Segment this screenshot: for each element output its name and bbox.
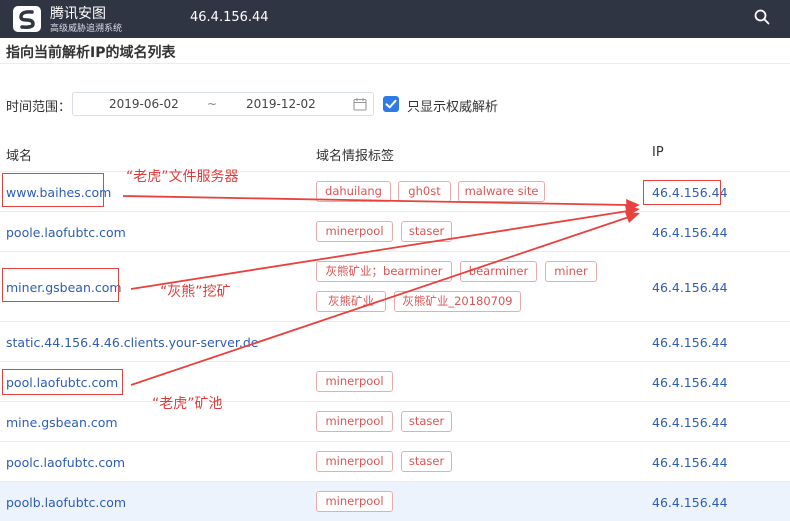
- domain-link[interactable]: poolc.laofubtc.com: [6, 455, 125, 470]
- tag[interactable]: 灰熊矿业: [316, 291, 386, 312]
- start-date[interactable]: 2019-06-02: [109, 97, 179, 111]
- tag[interactable]: staser: [401, 451, 452, 472]
- ip-link[interactable]: 46.4.156.44: [652, 225, 728, 240]
- table-row: mine.gsbean.com minerpool staser 46.4.15…: [0, 401, 790, 441]
- tag[interactable]: dahuilang: [316, 181, 391, 202]
- checkmark-icon: [385, 99, 397, 109]
- brand-title: 腾讯安图: [50, 6, 106, 22]
- domain-link[interactable]: poole.laofubtc.com: [6, 225, 126, 240]
- annotation-grizzly-mining: “灰熊”挖矿: [160, 284, 231, 300]
- ip-link[interactable]: 46.4.156.44: [652, 335, 728, 350]
- tag[interactable]: 灰熊矿业_20180709: [394, 291, 521, 312]
- section-title: 指向当前解析IP的域名列表: [6, 45, 176, 61]
- ip-link[interactable]: 46.4.156.44: [652, 455, 728, 470]
- column-header-ip: IP: [652, 145, 664, 160]
- tag[interactable]: staser: [401, 411, 452, 432]
- ip-link[interactable]: 46.4.156.44: [652, 375, 728, 390]
- tencent-antu-logo-icon[interactable]: [12, 5, 42, 33]
- tag[interactable]: minerpool: [316, 451, 393, 472]
- end-date[interactable]: 2019-12-02: [246, 97, 316, 111]
- table-row: static.44.156.4.46.clients.your-server.d…: [0, 321, 790, 361]
- tag[interactable]: minerpool: [316, 221, 393, 242]
- tag[interactable]: minerpool: [316, 491, 393, 512]
- ip-link[interactable]: 46.4.156.44: [652, 280, 728, 295]
- ip-link[interactable]: 46.4.156.44: [652, 495, 728, 510]
- ip-link[interactable]: 46.4.156.44: [652, 415, 728, 430]
- search-icon[interactable]: [753, 8, 771, 26]
- tag[interactable]: bearminer: [460, 261, 537, 282]
- time-range-label: 时间范围：: [6, 100, 72, 115]
- authoritative-only-checkbox[interactable]: [383, 96, 399, 112]
- table-row: poole.laofubtc.com minerpool staser 46.4…: [0, 211, 790, 251]
- column-header-tags: 域名情报标签: [316, 149, 395, 164]
- authoritative-only-label[interactable]: 只显示权威解析: [407, 96, 498, 115]
- brand-subtitle: 高级威胁追溯系统: [50, 24, 123, 34]
- table-row: poolc.laofubtc.com minerpool staser 46.4…: [0, 441, 790, 481]
- table-row: poolb.laofubtc.com minerpool 46.4.156.44: [0, 481, 790, 521]
- column-header-domain: 域名: [6, 149, 33, 164]
- tag[interactable]: minerpool: [316, 371, 393, 392]
- date-separator: ~: [207, 97, 218, 111]
- tag[interactable]: miner: [545, 261, 597, 282]
- date-range-picker[interactable]: 2019-06-02 ~ 2019-12-02: [72, 92, 374, 116]
- search-input[interactable]: 46.4.156.44: [190, 10, 269, 25]
- annotation-tiger-file-server: “老虎”文件服务器: [126, 169, 239, 185]
- annotation-box-baihes: [2, 173, 104, 207]
- tag[interactable]: staser: [401, 221, 452, 242]
- top-bar: 腾讯安图 高级威胁追溯系统 46.4.156.44: [0, 0, 790, 38]
- tag[interactable]: minerpool: [316, 411, 393, 432]
- annotation-tiger-pool: “老虎”矿池: [152, 396, 223, 412]
- domain-link[interactable]: poolb.laofubtc.com: [6, 495, 126, 510]
- annotation-box-ip: [643, 180, 721, 205]
- domain-link[interactable]: static.44.156.4.46.clients.your-server.d…: [6, 335, 258, 350]
- tag[interactable]: 灰熊矿业；bearminer: [316, 261, 452, 282]
- annotation-box-miner-gsbean: [2, 268, 119, 302]
- tag[interactable]: gh0st: [398, 181, 451, 202]
- domain-link[interactable]: mine.gsbean.com: [6, 415, 118, 430]
- annotation-box-pool-laofubtc: [2, 369, 123, 395]
- tag[interactable]: malware site: [458, 181, 545, 202]
- section-divider: [0, 63, 790, 64]
- calendar-icon[interactable]: [353, 97, 367, 111]
